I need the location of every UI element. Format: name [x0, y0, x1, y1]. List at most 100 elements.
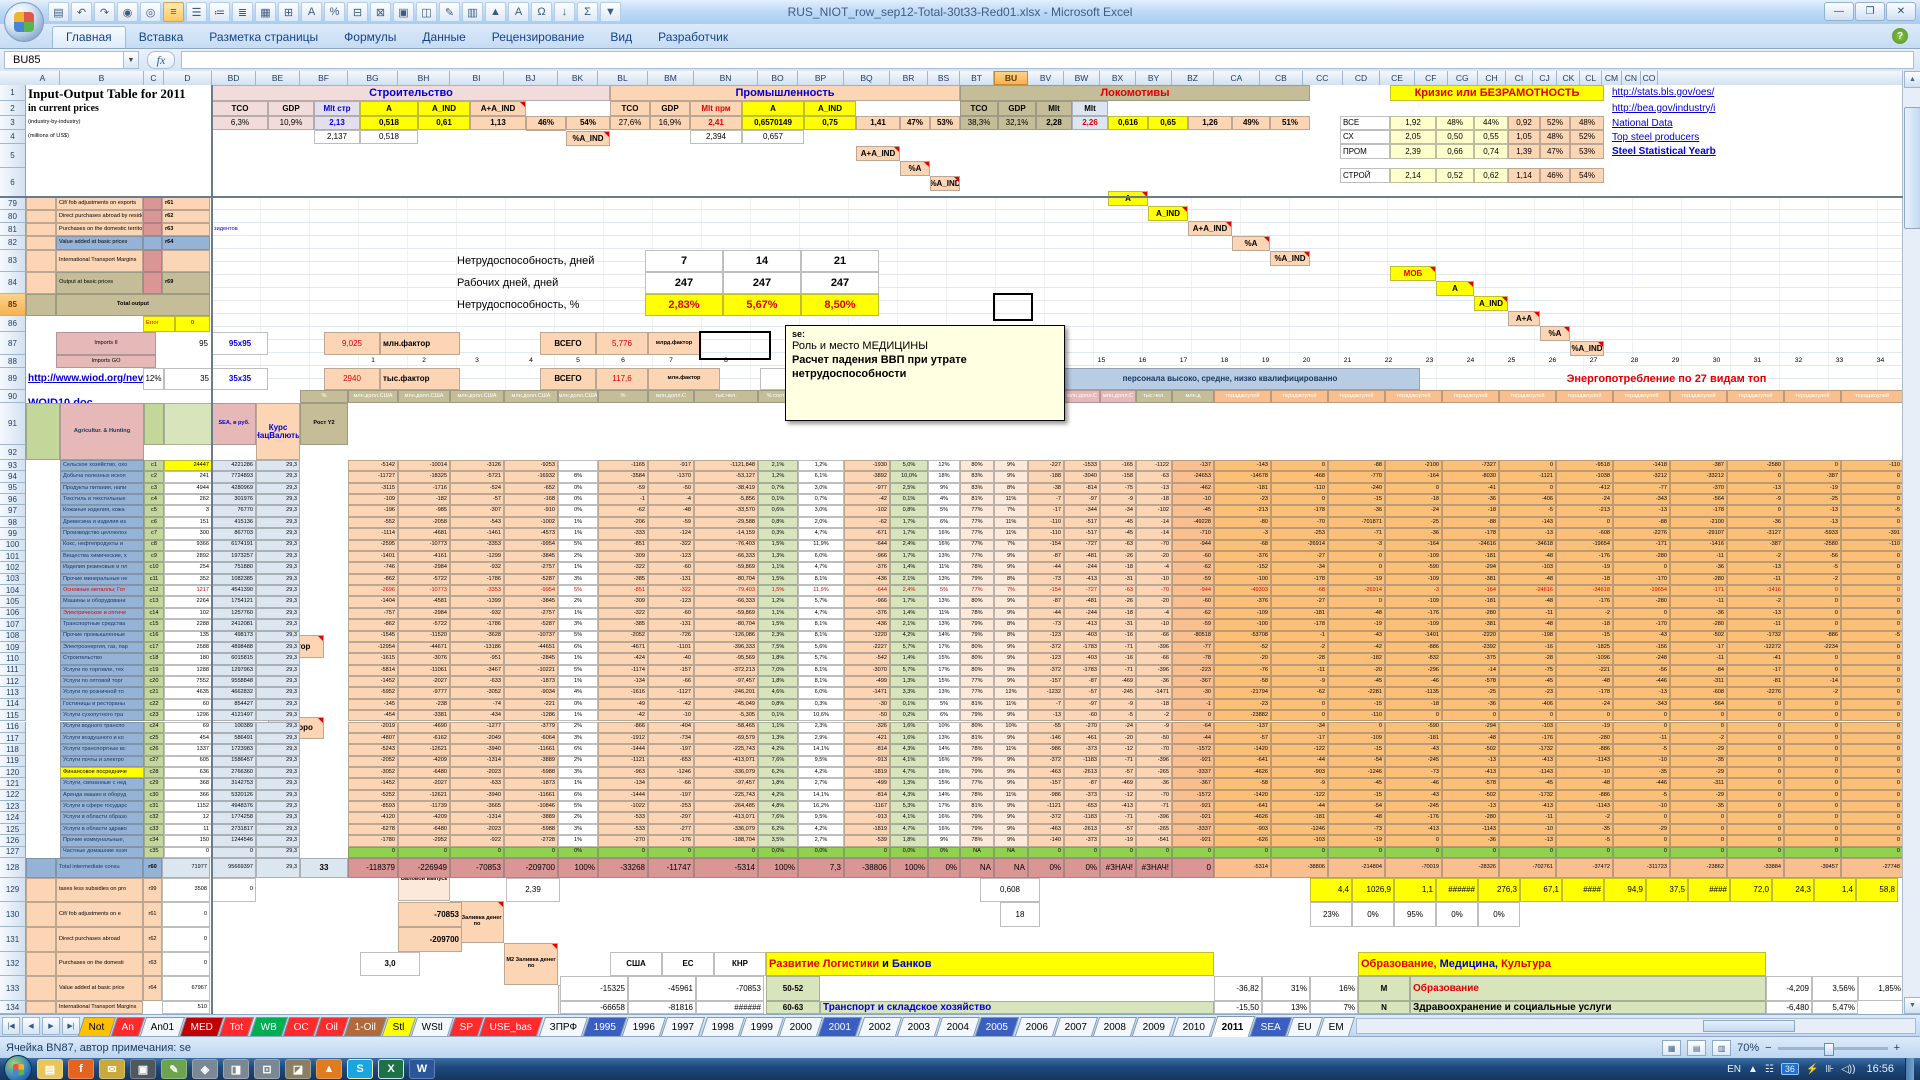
mid-val[interactable]: -2595 [348, 540, 398, 551]
energy-val[interactable]: -903 [1214, 824, 1271, 835]
mid-val[interactable]: -385 [598, 619, 648, 630]
section-krizis[interactable]: Кризис или БЕЗРАМОТНОСТЬ [1390, 85, 1604, 101]
energy-val[interactable]: -110 [1841, 460, 1903, 471]
col-header-BY[interactable]: BY [1136, 71, 1172, 85]
sheet-tab-Not[interactable]: Not [78, 1017, 116, 1036]
mid-val[interactable]: -18 [1100, 608, 1136, 619]
energy-val[interactable]: -590 [1385, 562, 1442, 573]
mid-val[interactable]: -11520 [398, 631, 450, 642]
mid-val[interactable]: -1165 [598, 460, 648, 471]
energy-val[interactable]: -17 [1670, 642, 1727, 653]
energy-val[interactable]: -29 [1670, 744, 1727, 755]
mid-val[interactable]: 0,3% [798, 699, 844, 710]
total-val[interactable]: -70853 [450, 858, 504, 878]
industry-name[interactable]: Услуги почты и электро [60, 756, 144, 767]
energy-val[interactable]: -110 [1328, 710, 1385, 721]
go-value[interactable]: 1257760 [212, 608, 256, 619]
mid-val[interactable]: -59 [1172, 574, 1214, 585]
row-header-86[interactable]: 86 [0, 316, 26, 332]
mid-val[interactable]: 2,7% [798, 835, 844, 846]
mid-val[interactable]: 7% [994, 540, 1028, 551]
energy-val[interactable]: -19654 [1613, 585, 1670, 596]
mid-val[interactable]: -66 [648, 778, 694, 789]
c-code[interactable]: c27 [144, 756, 164, 767]
unit-hdr[interactable]: млн.долл.США [558, 390, 598, 403]
total-energy[interactable]: -311723 [1613, 858, 1670, 878]
rate[interactable]: 29,3 [256, 767, 300, 778]
sheet-tab-2006[interactable]: 2006 [1015, 1017, 1059, 1036]
mid-val[interactable]: -7 [1028, 494, 1064, 505]
mid-val[interactable]: -20 [1136, 551, 1172, 562]
energy-val[interactable]: -2 [1784, 687, 1841, 698]
row-header-125[interactable]: 125 [0, 824, 26, 835]
mid-val[interactable]: 13% [928, 574, 960, 585]
c-code[interactable]: c6 [144, 517, 164, 528]
c-strip[interactable] [143, 223, 162, 236]
mid-val[interactable]: 80% [960, 596, 994, 607]
energy-val[interactable]: -10 [1556, 767, 1613, 778]
energy-val[interactable]: -343 [1613, 699, 1670, 710]
mid-val[interactable]: -18 [1136, 699, 1172, 710]
sheet-tab-EM[interactable]: EM [1318, 1017, 1355, 1036]
krizis-row-label[interactable]: ПРОМ [1340, 144, 1390, 159]
mid-val[interactable]: 4,2% [758, 744, 798, 755]
mid-val[interactable]: -727 [1064, 540, 1100, 551]
energy-val[interactable]: -81 [1727, 676, 1784, 687]
mid-val[interactable]: -44 [1172, 733, 1214, 744]
krizis-row-label[interactable]: СТРОЙ [1340, 168, 1390, 183]
undo-icon[interactable]: ↶ [71, 2, 92, 22]
row-header-116[interactable]: 116 [0, 722, 26, 733]
energy-val[interactable]: 0 [1670, 847, 1727, 858]
mid-val[interactable]: -3353 [450, 540, 504, 551]
col-num[interactable]: 27 [1573, 355, 1614, 368]
page-layout-view-icon[interactable]: ▤ [1687, 1040, 1706, 1056]
val[interactable]: 49% [1232, 116, 1270, 130]
energy-val[interactable]: -1143 [1556, 756, 1613, 767]
mid-val[interactable]: -124 [648, 528, 694, 539]
mid-val[interactable]: -757 [348, 608, 398, 619]
mid-val[interactable]: 3% [558, 824, 598, 835]
mid-val[interactable]: -866 [598, 722, 648, 733]
scroll-up-icon[interactable]: ▲ [1904, 71, 1920, 88]
r-code[interactable]: r64 [162, 236, 210, 250]
mid-val[interactable]: -14 [1136, 517, 1172, 528]
row-header-115[interactable]: 115 [0, 710, 26, 721]
mid-val[interactable]: -4671 [598, 642, 648, 653]
c-code[interactable]: c12 [144, 585, 164, 596]
row-header-129[interactable]: 129 [0, 878, 26, 902]
energy-val[interactable]: -43 [1328, 631, 1385, 642]
mid-val[interactable]: 4,2% [758, 790, 798, 801]
minimize-button[interactable]: — [1824, 2, 1854, 21]
col-header-CL[interactable]: CL [1580, 71, 1602, 85]
col-header-CK[interactable]: CK [1557, 71, 1580, 85]
row-label[interactable]: Total output [56, 294, 210, 316]
energy-sum[interactable]: #### [1688, 878, 1730, 902]
val[interactable]: -45961 [628, 976, 696, 1001]
col-header-BL[interactable]: BL [598, 71, 648, 85]
val[interactable]: 0,74 [1474, 144, 1508, 159]
mid-val[interactable]: 4,8% [758, 801, 798, 812]
mid-val[interactable]: 1% [558, 528, 598, 539]
energy-val[interactable]: -578 [1442, 778, 1499, 789]
mid-val[interactable]: -238 [398, 699, 450, 710]
mid-val[interactable]: -3889 [504, 812, 558, 823]
energy-val[interactable]: -62 [1271, 687, 1328, 698]
mid-val[interactable]: -76,403 [694, 540, 758, 551]
v1[interactable]: 368 [164, 778, 212, 789]
energy-val[interactable]: -73 [1385, 767, 1442, 778]
industry-name[interactable]: Частные домашние хозя [60, 847, 144, 858]
energy-val[interactable]: -27 [1271, 551, 1328, 562]
energy-sum[interactable]: ###### [1436, 878, 1478, 902]
row-label[interactable]: International Transport Margins [56, 250, 143, 272]
col-num[interactable]: 25 [1491, 355, 1532, 368]
mid-val[interactable]: -463 [1028, 767, 1064, 778]
energy-val[interactable]: -248 [1613, 653, 1670, 664]
mid-val[interactable]: 0,1% [890, 699, 928, 710]
rate[interactable]: 29,3 [256, 665, 300, 676]
energy-val[interactable]: -15 [1328, 744, 1385, 755]
row-header-97[interactable]: 97 [0, 505, 26, 516]
mid-val[interactable]: -1127 [648, 687, 694, 698]
ribbon-tab-5[interactable]: Рецензирование [479, 27, 598, 48]
col-header-CH[interactable]: CH [1478, 71, 1506, 85]
mid-val[interactable]: -373 [1064, 744, 1100, 755]
